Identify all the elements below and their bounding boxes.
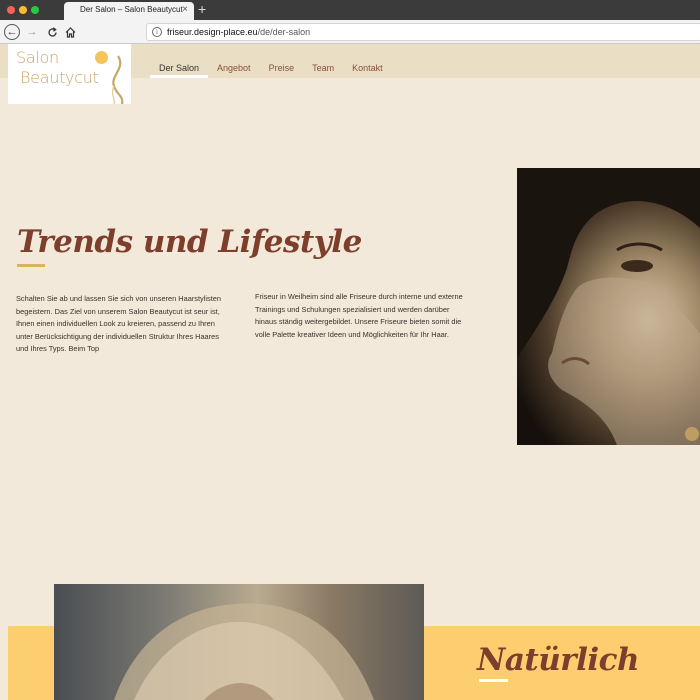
minimize-window-button[interactable]: [19, 6, 27, 14]
site-logo[interactable]: Salon Beautycut: [8, 44, 131, 104]
address-bar[interactable]: i friseur.design-place.eu/de/der-salon: [146, 23, 700, 41]
home-icon[interactable]: [62, 24, 78, 40]
heading-underline: [17, 264, 45, 267]
url-host: friseur.design-place.eu: [167, 27, 258, 37]
woman-portrait-photo: [517, 168, 700, 445]
section-heading-underline: [479, 679, 508, 682]
logo-swirl-icon: [111, 55, 124, 104]
nav-item-preise[interactable]: Preise: [260, 62, 304, 78]
woman-hair-photo: [54, 584, 424, 700]
section-heading-natuerlich: Natürlich: [477, 642, 640, 678]
scroll-indicator-icon[interactable]: [685, 427, 699, 441]
browser-toolbar: ← → i friseur.design-place.eu/de/der-sal…: [0, 20, 700, 44]
url-text: friseur.design-place.eu/de/der-salon: [167, 27, 310, 37]
tab-title: Der Salon – Salon Beautycut: [80, 5, 183, 14]
page-content: Der Salon Angebot Preise Team Kontakt Sa…: [0, 44, 700, 700]
nav-item-kontakt[interactable]: Kontakt: [343, 62, 392, 78]
browser-titlebar: Der Salon – Salon Beautycut × +: [0, 0, 700, 20]
close-tab-icon[interactable]: ×: [182, 4, 188, 16]
browser-tab[interactable]: Der Salon – Salon Beautycut ×: [64, 2, 194, 20]
site-info-icon[interactable]: i: [152, 27, 162, 37]
close-window-button[interactable]: [7, 6, 15, 14]
intro-paragraph-right: Friseur in Weilheim sind alle Friseure d…: [255, 292, 463, 339]
nav-item-angebot[interactable]: Angebot: [208, 62, 260, 78]
logo-text-beautycut: Beautycut: [20, 68, 99, 87]
hero-heading: Trends und Lifestyle: [17, 224, 362, 260]
logo-text-salon: Salon: [16, 48, 59, 67]
nav-item-der-salon[interactable]: Der Salon: [150, 62, 209, 78]
reload-icon[interactable]: [44, 24, 60, 40]
url-path: /de/der-salon: [257, 27, 311, 37]
maximize-window-button[interactable]: [31, 6, 39, 14]
nav-item-team[interactable]: Team: [303, 62, 343, 78]
new-tab-button[interactable]: +: [198, 2, 206, 16]
forward-arrow-icon[interactable]: →: [24, 24, 40, 40]
back-arrow-icon[interactable]: ←: [4, 24, 20, 40]
intro-paragraph-left: Schalten Sie ab und lassen Sie sich von …: [16, 294, 222, 354]
main-navigation: Der Salon Angebot Preise Team Kontakt: [150, 62, 392, 78]
